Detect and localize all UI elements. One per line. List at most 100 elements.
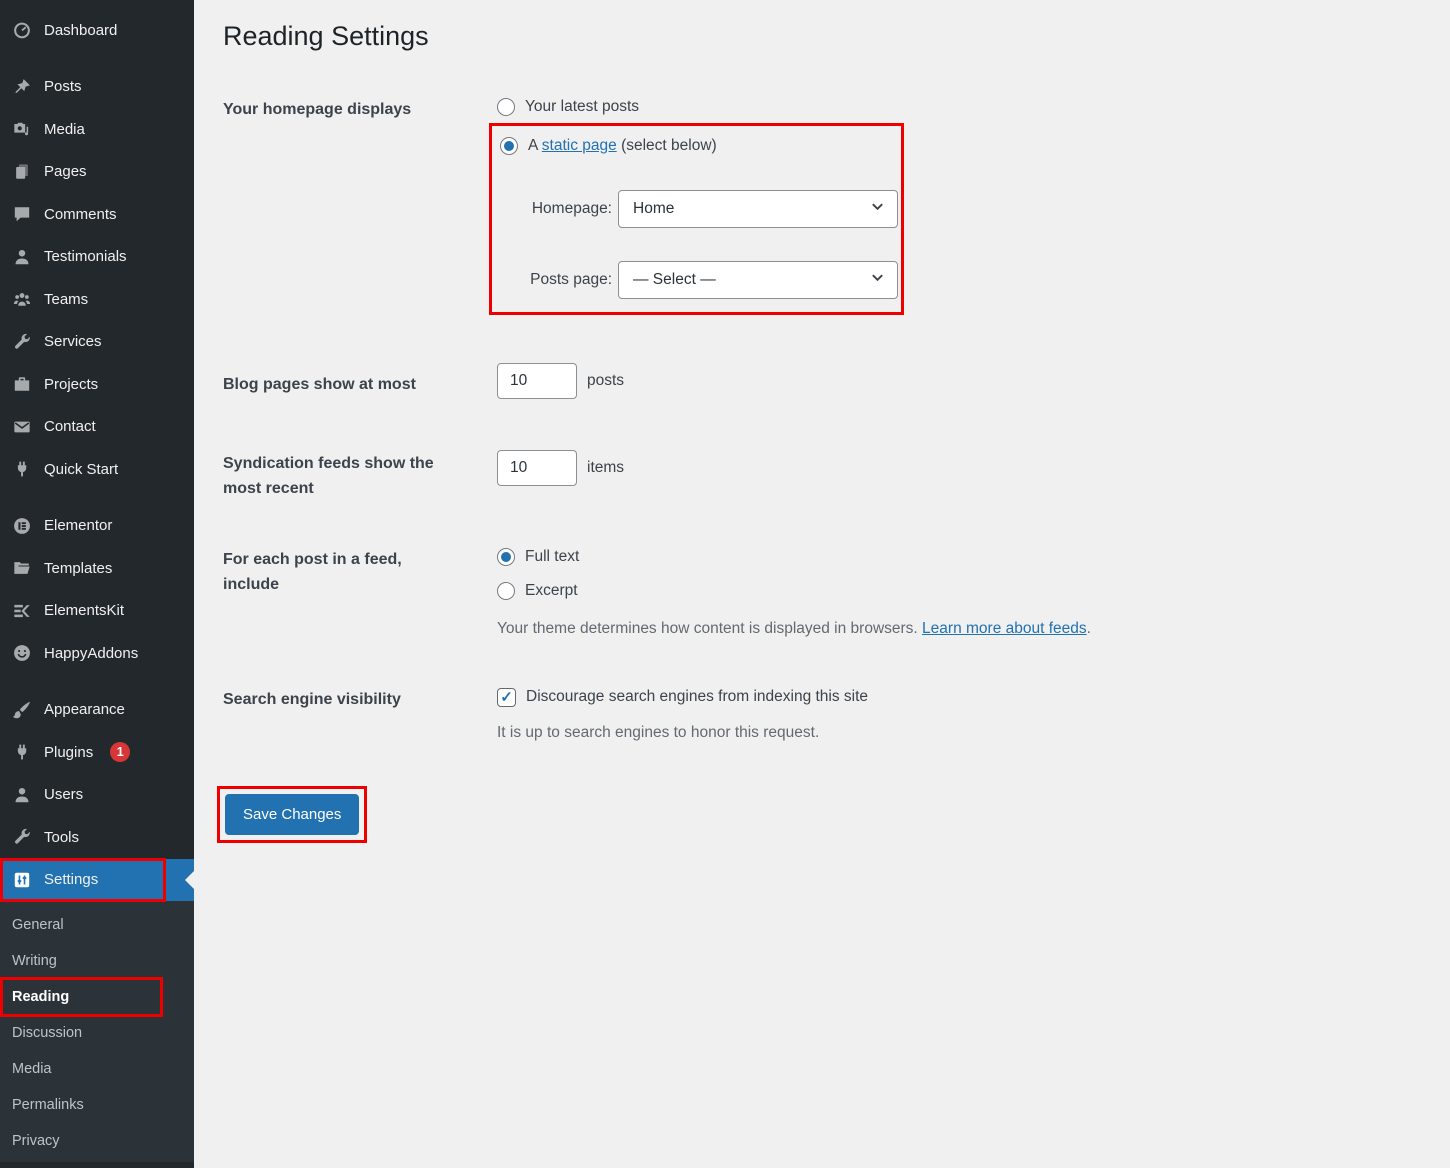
sidebar-item-label: ElementsKit (44, 602, 124, 619)
folder-open-icon (13, 559, 31, 577)
feed-content-label: For each post in a feed, include (223, 546, 433, 638)
paintbrush-icon (13, 701, 31, 719)
portfolio-icon (13, 375, 31, 393)
latest-posts-radio[interactable] (497, 98, 515, 116)
sidebar-item-label: Teams (44, 291, 88, 308)
excerpt-radio[interactable] (497, 582, 515, 600)
current-menu-arrow (176, 871, 194, 889)
posts-page-select-row: Posts page: — Select — (500, 261, 901, 299)
save-changes-button[interactable]: Save Changes (225, 794, 359, 835)
search-visibility-label: Search engine visibility (223, 686, 497, 742)
sidebar-item-label: Testimonials (44, 248, 127, 265)
submenu-item-privacy[interactable]: Privacy (0, 1123, 194, 1159)
full-text-radio[interactable] (497, 548, 515, 566)
sidebar-item-tools[interactable]: Tools (0, 816, 194, 859)
annotation-box-static-page: A static page (select below) Homepage: H… (489, 123, 904, 315)
sidebar-item-pages[interactable]: Pages (0, 151, 194, 194)
homepage-select[interactable]: Home (618, 190, 898, 228)
static-page-link[interactable]: static page (542, 137, 617, 154)
learn-more-feeds-link[interactable]: Learn more about feeds (922, 620, 1087, 637)
sidebar-item-quick-start[interactable]: Quick Start (0, 448, 194, 491)
sidebar-item-projects[interactable]: Projects (0, 363, 194, 406)
sidebar-item-label: Elementor (44, 517, 112, 534)
sidebar-item-teams[interactable]: Teams (0, 278, 194, 321)
homepage-displays-row: Your homepage displays Your latest posts… (223, 96, 1410, 315)
submenu-item-permalinks[interactable]: Permalinks (0, 1087, 194, 1123)
plug-icon (13, 460, 31, 478)
sidebar-item-settings[interactable]: Settings (0, 859, 194, 902)
chevron-down-icon (870, 199, 885, 219)
latest-posts-label: Your latest posts (525, 98, 639, 116)
sidebar-item-plugins[interactable]: Plugins 1 (0, 731, 194, 774)
smiley-icon (13, 644, 31, 662)
discourage-checkbox[interactable]: ✓ (497, 688, 516, 707)
posts-page-select[interactable]: — Select — (618, 261, 898, 299)
submenu-item-discussion[interactable]: Discussion (0, 1015, 194, 1051)
plugin-icon (13, 743, 31, 761)
sidebar-item-label: Settings (44, 871, 98, 888)
sidebar-item-label: Templates (44, 560, 112, 577)
sidebar-item-label: Posts (44, 78, 82, 95)
sidebar-item-label: Projects (44, 376, 98, 393)
sidebar-item-happyaddons[interactable]: HappyAddons (0, 632, 194, 675)
page-title: Reading Settings (223, 20, 1410, 52)
feed-content-row: For each post in a feed, include Full te… (223, 546, 1410, 638)
sidebar-item-testimonials[interactable]: Testimonials (0, 236, 194, 279)
sidebar-item-services[interactable]: Services (0, 321, 194, 364)
save-row: Save Changes (223, 786, 1410, 843)
homepage-select-row: Homepage: Home (500, 190, 901, 228)
sidebar-item-label: Comments (44, 206, 117, 223)
full-text-option: Full text (497, 546, 1410, 568)
settings-sliders-icon (13, 871, 31, 889)
group-icon (13, 290, 31, 308)
discourage-label: Discourage search engines from indexing … (526, 688, 868, 706)
pages-icon (13, 163, 31, 181)
homepage-select-label: Homepage: (500, 200, 612, 218)
sidebar-item-comments[interactable]: Comments (0, 193, 194, 236)
sidebar-item-posts[interactable]: Posts (0, 66, 194, 109)
submenu-item-general[interactable]: General (0, 907, 194, 943)
sidebar-item-elementskit[interactable]: ElementsKit (0, 590, 194, 633)
sidebar-item-label: Contact (44, 418, 96, 435)
checkmark-icon: ✓ (500, 690, 513, 705)
syndication-row: Syndication feeds show the most recent i… (223, 450, 1410, 501)
sidebar-item-users[interactable]: Users (0, 774, 194, 817)
static-page-option: A static page (select below) (500, 135, 901, 157)
sidebar-item-elementor[interactable]: Elementor (0, 505, 194, 548)
posts-page-select-label: Posts page: (500, 271, 612, 289)
annotation-box-save: Save Changes (217, 786, 367, 843)
admin-sidebar: Dashboard Posts Media Pages Comments Tes… (0, 0, 194, 1168)
user-icon (13, 786, 31, 804)
excerpt-label: Excerpt (525, 582, 578, 600)
homepage-select-value: Home (633, 200, 674, 218)
syndication-input[interactable] (497, 450, 577, 486)
latest-posts-option: Your latest posts (497, 96, 1410, 118)
sidebar-item-dashboard[interactable]: Dashboard (0, 9, 194, 52)
sidebar-item-label: Appearance (44, 701, 125, 718)
sidebar-item-media[interactable]: Media (0, 108, 194, 151)
homepage-displays-label: Your homepage displays (223, 96, 497, 315)
submenu-item-reading[interactable]: Reading (0, 979, 194, 1015)
chevron-down-icon (870, 270, 885, 290)
blog-pages-label: Blog pages show at most (223, 363, 497, 399)
sidebar-item-contact[interactable]: Contact (0, 406, 194, 449)
sidebar-item-label: Media (44, 121, 85, 138)
static-page-label: A static page (select below) (528, 137, 717, 155)
blog-pages-row: Blog pages show at most posts (223, 363, 1410, 399)
blog-pages-input[interactable] (497, 363, 577, 399)
sidebar-item-appearance[interactable]: Appearance (0, 689, 194, 732)
camera-icon (13, 120, 31, 138)
sidebar-item-templates[interactable]: Templates (0, 547, 194, 590)
excerpt-option: Excerpt (497, 580, 1410, 602)
pushpin-icon (13, 78, 31, 96)
submenu-item-writing[interactable]: Writing (0, 943, 194, 979)
static-page-radio[interactable] (500, 137, 518, 155)
sidebar-item-label: Tools (44, 829, 79, 846)
sidebar-item-label: Plugins (44, 744, 93, 761)
plugins-update-badge: 1 (110, 742, 130, 762)
sidebar-item-label: Quick Start (44, 461, 118, 478)
syndication-label: Syndication feeds show the most recent (223, 450, 453, 501)
envelope-icon (13, 418, 31, 436)
sidebar-item-label: Dashboard (44, 22, 117, 39)
submenu-item-media[interactable]: Media (0, 1051, 194, 1087)
